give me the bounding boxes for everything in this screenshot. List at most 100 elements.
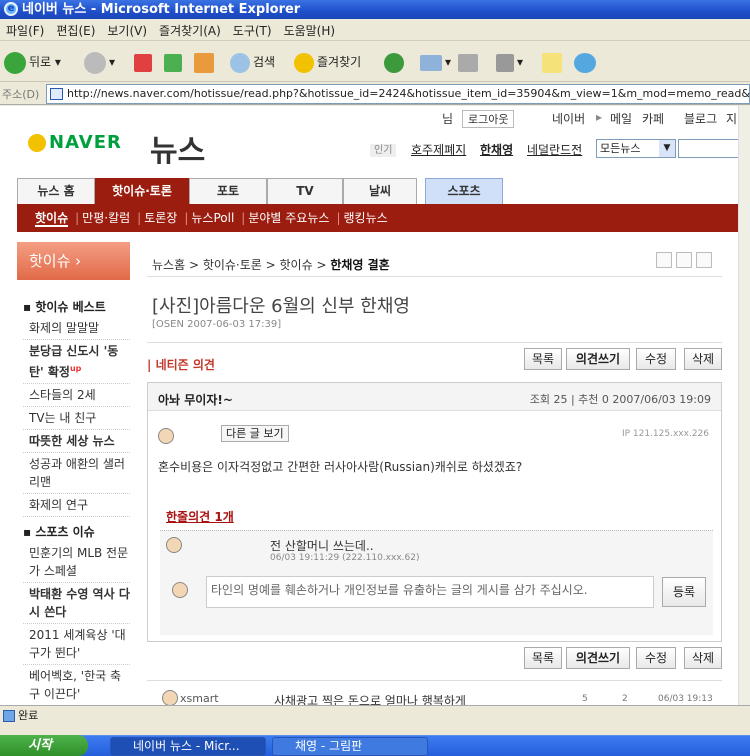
- news-scope-select[interactable]: 모든뉴스 ▼: [596, 139, 676, 158]
- start-button[interactable]: 시작: [0, 735, 88, 756]
- refresh-button[interactable]: [164, 50, 185, 74]
- best-item[interactable]: TV는 내 친구: [23, 409, 130, 430]
- delete-button[interactable]: 삭제: [684, 647, 722, 669]
- reply-input[interactable]: 타인의 명예를 훼손하거나 개인정보를 유출하는 글의 게시를 삼가 주십시오.: [206, 576, 654, 608]
- tab-tv[interactable]: TV: [267, 178, 343, 204]
- popular-item[interactable]: 네덜란드전: [527, 141, 582, 158]
- util-nim: 님: [442, 112, 454, 126]
- tab-hotissue[interactable]: 핫이슈·토론: [95, 178, 189, 204]
- stop-button[interactable]: [134, 50, 155, 74]
- write-opinion-button[interactable]: 의견쓰기: [566, 647, 630, 669]
- edit-button[interactable]: 수정: [636, 647, 676, 669]
- avatar[interactable]: [166, 537, 182, 553]
- tab-photo[interactable]: 포토: [189, 178, 267, 204]
- write-opinion-button[interactable]: 의견쓰기: [566, 348, 630, 370]
- best-item[interactable]: 화제의 말말말: [23, 319, 130, 340]
- other-posts-button[interactable]: 다른 글 보기: [221, 425, 289, 442]
- best-item[interactable]: 화제의 연구: [23, 496, 130, 517]
- subnav-column[interactable]: 만평·칼럼: [82, 211, 130, 225]
- util-naver-link[interactable]: 네이버: [552, 110, 585, 127]
- delete-button[interactable]: 삭제: [684, 348, 722, 370]
- menu-edit[interactable]: 편집(E): [50, 19, 101, 42]
- ie-icon: e: [4, 2, 18, 16]
- subnav-ranking[interactable]: 랭킹뉴스: [343, 211, 387, 225]
- print-icon: [458, 53, 478, 72]
- search-button[interactable]: 검색: [230, 50, 275, 74]
- forward-button[interactable]: ▾: [84, 50, 115, 74]
- util-mail-link[interactable]: 메일: [610, 110, 632, 127]
- tab-sports[interactable]: 스포츠: [425, 178, 503, 204]
- list-button[interactable]: 목록: [524, 348, 562, 370]
- popular-item[interactable]: 한채영: [480, 141, 513, 158]
- tab-weather[interactable]: 날씨: [343, 178, 417, 204]
- subnav-poll[interactable]: 뉴스Poll: [191, 211, 234, 225]
- news-logo[interactable]: 뉴스: [150, 126, 205, 170]
- sports-item[interactable]: 베어벡호, '한국 축구 이끈다': [23, 667, 130, 705]
- discuss-button[interactable]: [542, 50, 565, 74]
- util-more-link[interactable]: 지: [726, 110, 737, 127]
- best-item[interactable]: 분당급 신도시 '동탄' 확정up: [23, 342, 130, 384]
- edit-button[interactable]: ▾: [496, 50, 523, 74]
- tab-news-home[interactable]: 뉴스 홈: [17, 178, 95, 204]
- best-item[interactable]: 스타들의 2세: [23, 386, 130, 407]
- article-tools: [652, 252, 712, 271]
- messenger-button[interactable]: [574, 50, 599, 74]
- netizen-heading: | 네티즌 의견: [147, 358, 215, 372]
- subnav-hotissue[interactable]: 핫이슈: [35, 211, 69, 227]
- home-button[interactable]: [194, 50, 217, 74]
- menu-favorites[interactable]: 즐겨찾기(A): [153, 19, 227, 42]
- avatar: [172, 582, 188, 598]
- page-status-icon: [3, 710, 15, 722]
- vertical-scrollbar[interactable]: [738, 106, 750, 705]
- address-input[interactable]: http://news.naver.com/hotissue/read.php?…: [46, 84, 750, 104]
- breadcrumb-item[interactable]: 핫이슈: [280, 258, 313, 272]
- scrap-icon[interactable]: [696, 252, 712, 268]
- logout-button[interactable]: 로그아웃: [462, 110, 515, 128]
- breadcrumb-current: 한채영 결혼: [330, 258, 390, 272]
- menu-help[interactable]: 도움말(H): [278, 19, 342, 42]
- avatar[interactable]: [162, 690, 178, 705]
- menu-file[interactable]: 파일(F): [0, 19, 50, 42]
- forward-arrow-icon: [84, 51, 106, 74]
- print-icon[interactable]: [656, 252, 672, 268]
- breadcrumb-item[interactable]: 뉴스홈: [152, 258, 185, 272]
- util-blog-link[interactable]: 블로그: [684, 110, 717, 127]
- back-button[interactable]: 뒤로 ▾: [4, 50, 61, 74]
- breadcrumb-item[interactable]: 핫이슈·토론: [203, 258, 262, 272]
- breadcrumb: 뉴스홈 > 핫이슈·토론 > 핫이슈 > 한채영 결혼: [152, 258, 390, 272]
- email-icon[interactable]: [676, 252, 692, 268]
- edit-button[interactable]: 수정: [636, 348, 676, 370]
- task-paint[interactable]: 채영 - 그림판: [272, 737, 428, 756]
- task-ie[interactable]: 네이버 뉴스 - Micr...: [110, 737, 266, 756]
- sports-item[interactable]: 민훈기의 MLB 전문가 스페셜: [23, 544, 130, 583]
- avatar[interactable]: [158, 428, 174, 444]
- history-button[interactable]: [384, 50, 407, 74]
- util-arrow-icon: ▸: [596, 110, 603, 124]
- sports-item[interactable]: 박태환 수영 역사 다시 쓴다: [23, 585, 130, 624]
- favorites-button[interactable]: 즐겨찾기: [294, 50, 361, 74]
- register-button[interactable]: 등록: [662, 577, 706, 607]
- sports-item[interactable]: 2011 세계육상 '대구가 뛴다': [23, 626, 130, 665]
- best-item[interactable]: 성공과 애환의 샐러리맨: [23, 455, 130, 494]
- subnav-forum[interactable]: 토론장: [144, 211, 177, 225]
- mail-button[interactable]: ▾: [420, 50, 451, 74]
- util-cafe-link[interactable]: 카페: [642, 110, 664, 127]
- reply-heading[interactable]: 한줄의견 1개: [166, 508, 234, 525]
- list-button[interactable]: 목록: [524, 647, 562, 669]
- menu-tools[interactable]: 도구(T): [227, 19, 278, 42]
- best-heading: ▪ 핫이슈 베스트: [23, 300, 106, 314]
- address-label: 주소(D): [2, 88, 40, 101]
- sub-navigation: 핫이슈 | 만평·칼럼 | 토론장 | 뉴스Poll | 분야별 주요뉴스 | 랭킹뉴스: [17, 204, 738, 232]
- naver-bulb-icon: [28, 134, 46, 152]
- news-search-input[interactable]: [678, 139, 738, 158]
- star-icon: [294, 52, 314, 73]
- print-button[interactable]: [458, 50, 481, 74]
- subnav-section-news[interactable]: 분야별 주요뉴스: [248, 211, 329, 225]
- best-item[interactable]: 따뜻한 세상 뉴스: [23, 432, 130, 453]
- next-comment-user[interactable]: xsmart: [180, 692, 219, 705]
- hotissue-banner[interactable]: 핫이슈 ›: [17, 242, 130, 280]
- popular-item[interactable]: 호주제폐지: [411, 141, 466, 158]
- menu-view[interactable]: 보기(V): [101, 19, 153, 42]
- naver-logo[interactable]: NAVER: [28, 132, 122, 153]
- next-comment-title[interactable]: 사채광고 찍은 돈으로 얼마나 행복하게: [274, 692, 466, 705]
